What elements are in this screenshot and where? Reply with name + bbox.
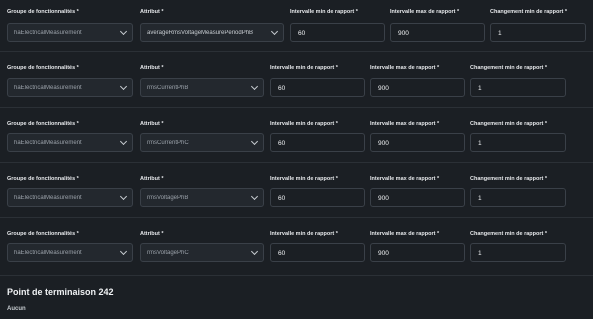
attribute-select[interactable]: rmsVoltagePhB	[140, 188, 264, 207]
min-interval-label: Intervalle min de rapport *	[270, 121, 338, 127]
min-change-label: Changement min de rapport *	[470, 231, 548, 237]
attribute-select-value: rmsVoltagePhC	[147, 249, 189, 256]
report-config-row: Groupe de fonctionnalités * Attribut * I…	[0, 56, 593, 112]
cluster-label: Groupe de fonctionnalités *	[7, 121, 79, 127]
cluster-select[interactable]: haElectricalMeasurement	[7, 23, 133, 42]
chevron-down-icon	[119, 247, 128, 256]
min-interval-value: 60	[278, 85, 286, 92]
cluster-select-value: haElectricalMeasurement	[14, 139, 82, 146]
attribute-select-value: rmsCurrentPhB	[147, 84, 189, 91]
attribute-select-value: rmsVoltagePhB	[147, 194, 189, 201]
endpoint-title: Point de terminaison 242	[7, 287, 114, 297]
max-interval-value: 900	[378, 195, 389, 202]
attribute-label: Attribut *	[140, 176, 164, 182]
chevron-down-icon	[119, 192, 128, 201]
max-interval-value: 900	[378, 250, 389, 257]
min-change-label: Changement min de rapport *	[470, 65, 548, 71]
chevron-down-icon	[119, 137, 128, 146]
chevron-down-icon	[119, 82, 128, 91]
max-interval-input[interactable]: 900	[370, 188, 465, 207]
attribute-select[interactable]: averageRmsVoltageMeasurePeriodPhB	[140, 23, 284, 42]
min-change-value: 1	[478, 250, 482, 257]
row-divider	[0, 275, 593, 276]
report-config-row: Groupe de fonctionnalités * Attribut * I…	[0, 112, 593, 168]
cluster-select[interactable]: haElectricalMeasurement	[7, 243, 133, 262]
attribute-label: Attribut *	[140, 231, 164, 237]
min-change-label: Changement min de rapport *	[490, 9, 568, 15]
row-divider	[0, 51, 593, 52]
max-interval-label: Intervalle max de rapport *	[370, 176, 440, 182]
attribute-select[interactable]: rmsVoltagePhC	[140, 243, 264, 262]
attribute-select-value: rmsCurrentPhC	[147, 139, 189, 146]
cluster-select[interactable]: haElectricalMeasurement	[7, 78, 133, 97]
report-config-row: Groupe de fonctionnalités * Attribut * I…	[0, 167, 593, 223]
min-interval-input[interactable]: 60	[270, 133, 365, 152]
min-change-value: 1	[478, 85, 482, 92]
min-interval-value: 60	[278, 195, 286, 202]
report-config-row: Groupe de fonctionnalités * Attribut * I…	[0, 0, 593, 56]
min-change-input[interactable]: 1	[470, 243, 566, 262]
cluster-label: Groupe de fonctionnalités *	[7, 176, 79, 182]
min-interval-label: Intervalle min de rapport *	[270, 231, 338, 237]
chevron-down-icon	[119, 27, 128, 36]
min-interval-value: 60	[278, 140, 286, 147]
attribute-select[interactable]: rmsCurrentPhB	[140, 78, 264, 97]
min-change-value: 1	[478, 195, 482, 202]
attribute-label: Attribut *	[140, 121, 164, 127]
cluster-label: Groupe de fonctionnalités *	[7, 231, 79, 237]
max-interval-input[interactable]: 900	[370, 133, 465, 152]
max-interval-value: 900	[378, 85, 389, 92]
min-interval-input[interactable]: 60	[290, 23, 385, 42]
max-interval-label: Intervalle max de rapport *	[370, 121, 440, 127]
min-interval-value: 60	[278, 250, 286, 257]
chevron-down-icon	[250, 192, 259, 201]
max-interval-value: 900	[378, 140, 389, 147]
cluster-select-value: haElectricalMeasurement	[14, 194, 82, 201]
endpoint-subtitle: Aucun	[7, 306, 26, 312]
chevron-down-icon	[250, 82, 259, 91]
min-change-value: 1	[498, 30, 502, 37]
max-interval-input[interactable]: 900	[370, 243, 465, 262]
min-interval-value: 60	[298, 30, 306, 37]
attribute-label: Attribut *	[140, 9, 164, 15]
attribute-label: Attribut *	[140, 65, 164, 71]
min-interval-label: Intervalle min de rapport *	[270, 176, 338, 182]
max-interval-input[interactable]: 900	[390, 23, 485, 42]
max-interval-label: Intervalle max de rapport *	[370, 65, 440, 71]
cluster-select-value: haElectricalMeasurement	[14, 84, 82, 91]
cluster-select[interactable]: haElectricalMeasurement	[7, 133, 133, 152]
chevron-down-icon	[270, 27, 279, 36]
min-interval-input[interactable]: 60	[270, 78, 365, 97]
attribute-select[interactable]: rmsCurrentPhC	[140, 133, 264, 152]
min-change-input[interactable]: 1	[470, 133, 566, 152]
chevron-down-icon	[250, 137, 259, 146]
min-interval-input[interactable]: 60	[270, 243, 365, 262]
report-config-row: Groupe de fonctionnalités * Attribut * I…	[0, 222, 593, 278]
cluster-select[interactable]: haElectricalMeasurement	[7, 188, 133, 207]
min-change-label: Changement min de rapport *	[470, 121, 548, 127]
cluster-select-value: haElectricalMeasurement	[14, 29, 82, 36]
chevron-down-icon	[250, 247, 259, 256]
cluster-label: Groupe de fonctionnalités *	[7, 65, 79, 71]
max-interval-input[interactable]: 900	[370, 78, 465, 97]
row-divider	[0, 162, 593, 163]
min-change-value: 1	[478, 140, 482, 147]
attribute-select-value: averageRmsVoltageMeasurePeriodPhB	[147, 29, 254, 36]
min-interval-label: Intervalle min de rapport *	[290, 9, 358, 15]
min-change-input[interactable]: 1	[470, 188, 566, 207]
row-divider	[0, 217, 593, 218]
min-change-label: Changement min de rapport *	[470, 176, 548, 182]
cluster-label: Groupe de fonctionnalités *	[7, 9, 79, 15]
min-change-input[interactable]: 1	[490, 23, 586, 42]
max-interval-value: 900	[398, 30, 409, 37]
max-interval-label: Intervalle max de rapport *	[390, 9, 460, 15]
min-interval-input[interactable]: 60	[270, 188, 365, 207]
min-change-input[interactable]: 1	[470, 78, 566, 97]
cluster-select-value: haElectricalMeasurement	[14, 249, 82, 256]
max-interval-label: Intervalle max de rapport *	[370, 231, 440, 237]
min-interval-label: Intervalle min de rapport *	[270, 65, 338, 71]
row-divider	[0, 107, 593, 108]
